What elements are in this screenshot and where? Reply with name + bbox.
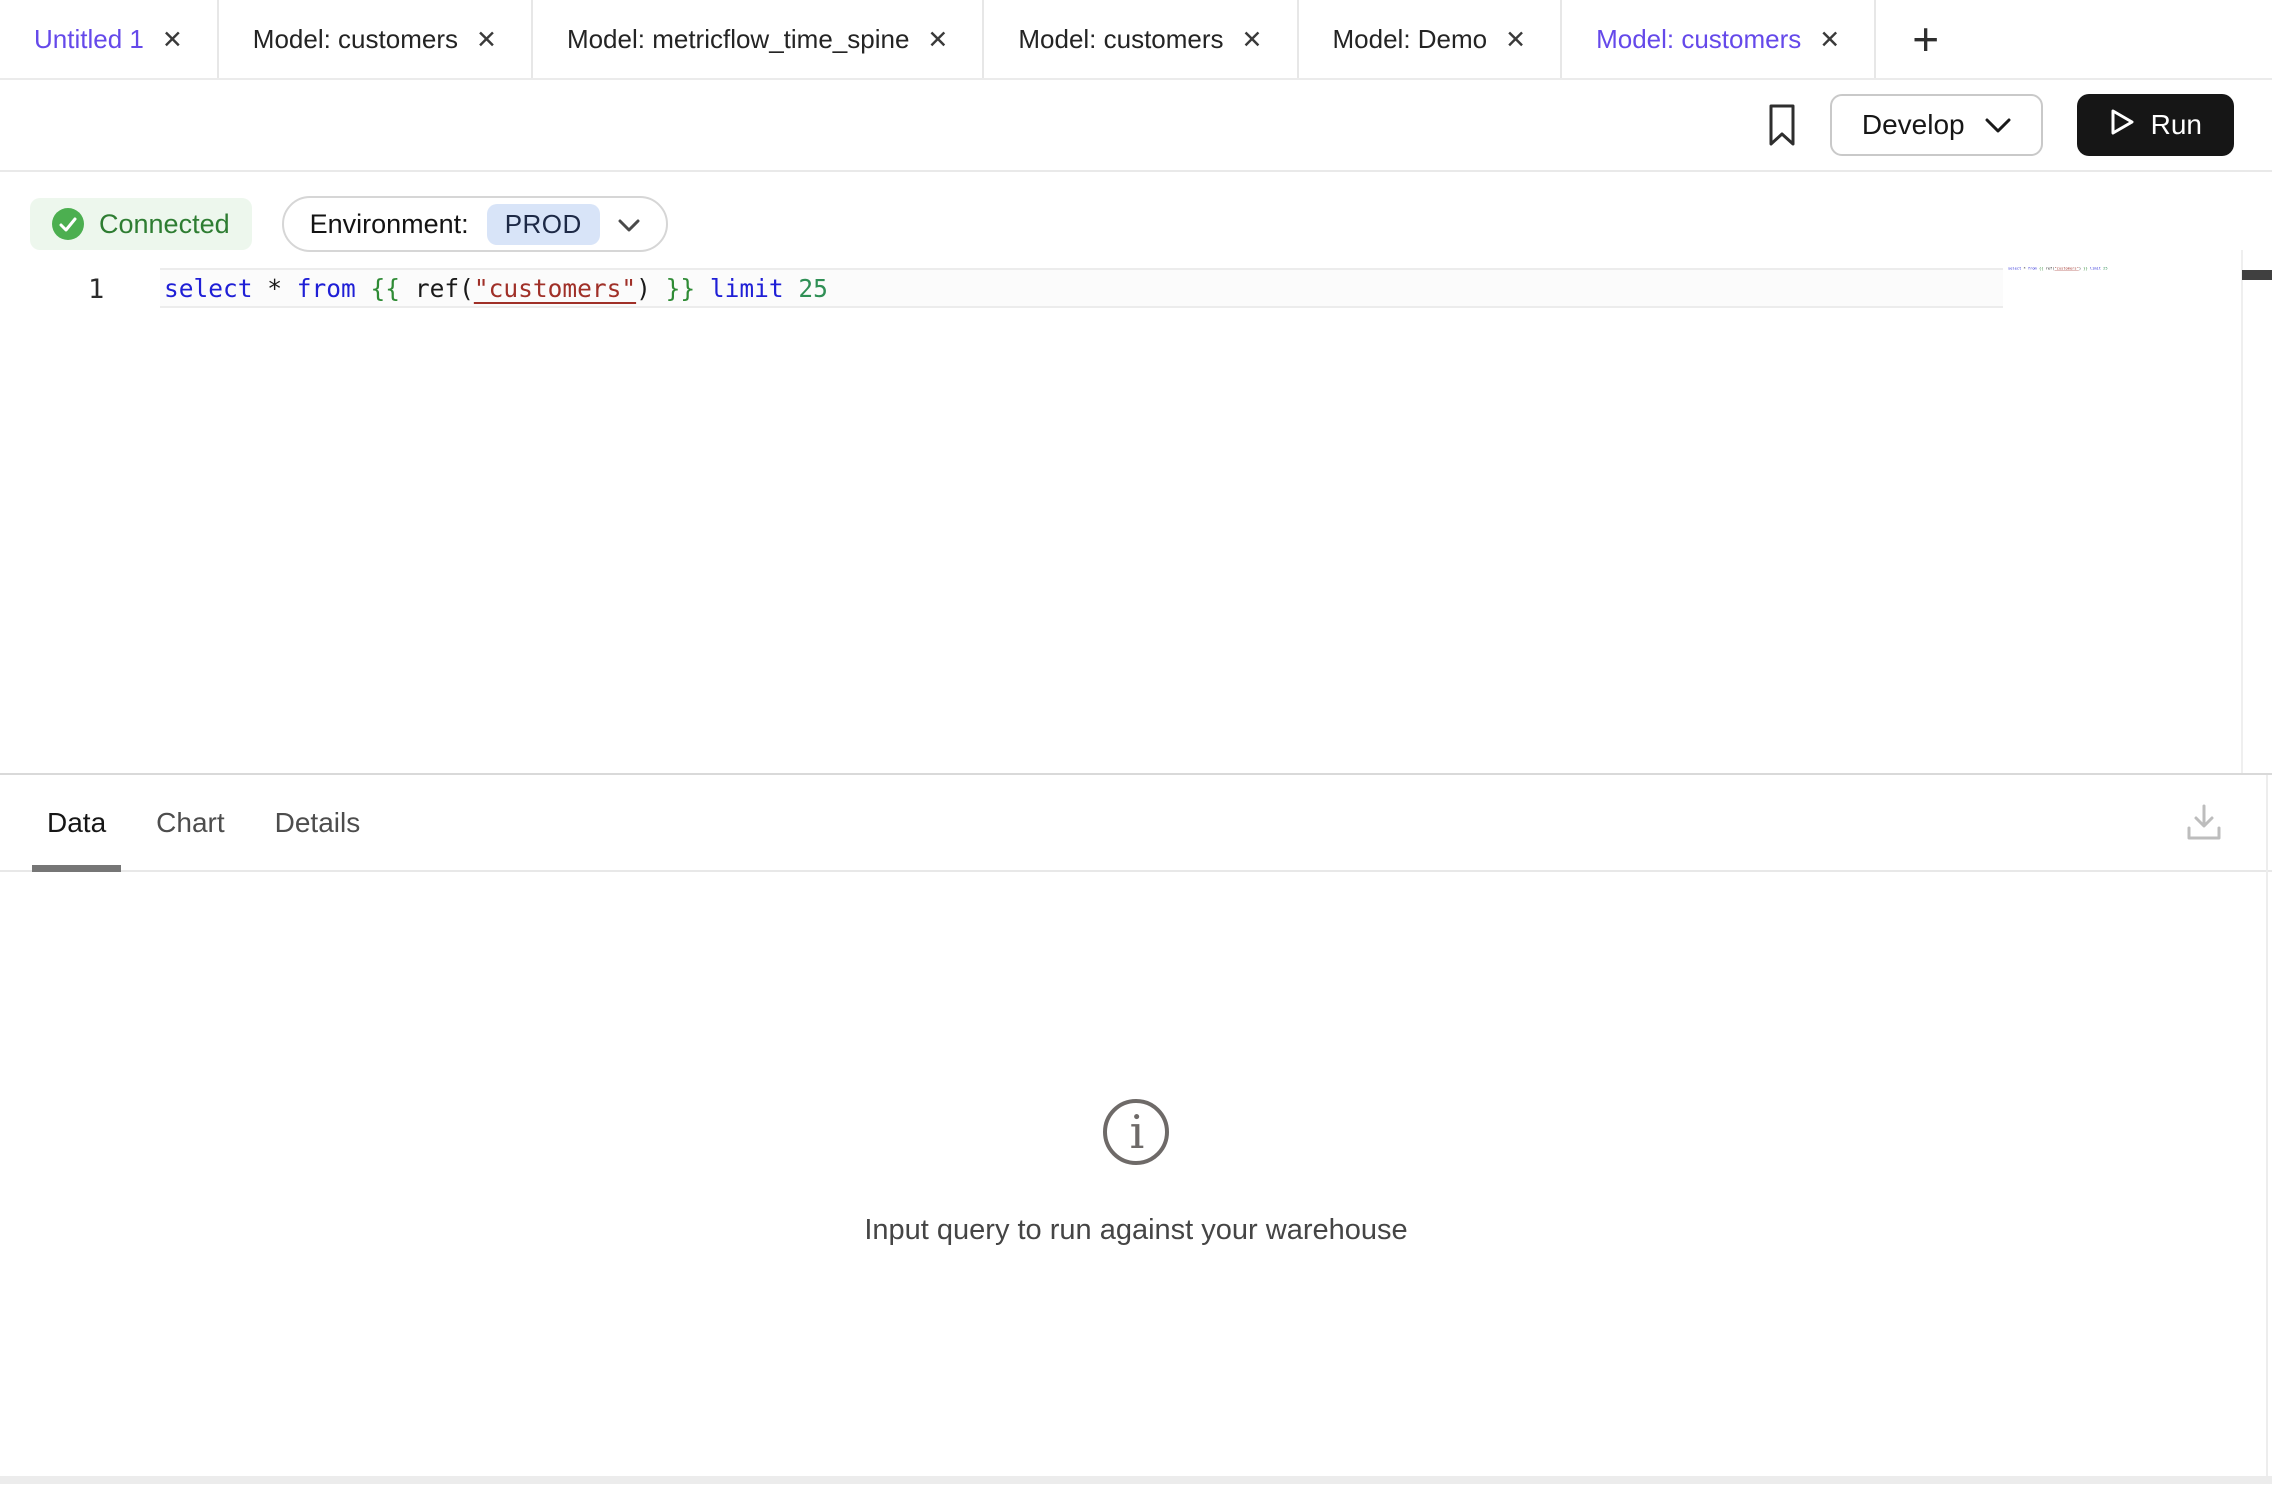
download-icon[interactable] (2182, 802, 2226, 844)
results-scrollbar-track (2266, 775, 2268, 1478)
tab-label: Model: customers (1018, 24, 1223, 55)
tab-label: Model: metricflow_time_spine (567, 24, 909, 55)
results-panel: Data Chart Details i (0, 773, 2272, 1484)
empty-state-message: Input query to run against your warehous… (864, 1214, 1407, 1247)
develop-button[interactable]: Develop (1830, 94, 2043, 156)
bookmark-icon[interactable] (1768, 103, 1796, 147)
tab-model-customers-2[interactable]: Model: customers ✕ (984, 0, 1298, 78)
chevron-down-icon (1985, 109, 2011, 141)
editor-minimap: select * from {{ ref("customers") }} lim… (2008, 266, 2108, 270)
connection-status-badge: Connected (30, 198, 252, 250)
editor-tab-bar: Untitled 1 ✕ Model: customers ✕ Model: m… (0, 0, 2272, 80)
tab-model-customers-1[interactable]: Model: customers ✕ (219, 0, 533, 78)
ide-window: Untitled 1 ✕ Model: customers ✕ Model: m… (0, 0, 2272, 1486)
tab-label: Model: Demo (1333, 24, 1488, 55)
run-button-label: Run (2151, 109, 2202, 141)
tab-label: Model: customers (253, 24, 458, 55)
toolbar: Develop Run (0, 80, 2272, 172)
results-empty-state: i Input query to run against your wareho… (0, 1097, 2272, 1247)
code-line[interactable]: select * from {{ ref("customers") }} lim… (160, 274, 828, 303)
tab-model-customers-3[interactable]: Model: customers ✕ (1562, 0, 1876, 78)
svg-text:i: i (1130, 1105, 1145, 1159)
tab-details-label: Details (275, 807, 361, 839)
close-icon[interactable]: ✕ (162, 26, 183, 53)
run-button[interactable]: Run (2077, 94, 2234, 156)
develop-button-label: Develop (1862, 109, 1965, 141)
line-number: 1 (88, 274, 104, 305)
chevron-down-icon (618, 209, 640, 240)
connection-status-label: Connected (99, 209, 230, 240)
new-tab-button[interactable]: + (1876, 0, 1975, 78)
close-icon[interactable]: ✕ (1242, 26, 1263, 53)
editor-scrollbar-track (2241, 250, 2243, 773)
sql-editor: Connected Environment: PROD 1 select * f… (0, 172, 2272, 773)
plus-icon: + (1912, 12, 1939, 66)
play-icon (2109, 107, 2135, 144)
info-icon: i (1101, 1097, 1171, 1172)
environment-value-chip: PROD (487, 204, 600, 245)
tab-data-label: Data (47, 807, 106, 839)
tab-model-metricflow-time-spine[interactable]: Model: metricflow_time_spine ✕ (533, 0, 984, 78)
horizontal-scrollbar-track[interactable] (0, 1476, 2272, 1484)
close-icon[interactable]: ✕ (1505, 26, 1526, 53)
tab-label: Model: customers (1596, 24, 1801, 55)
environment-label: Environment: (310, 209, 469, 240)
tab-data[interactable]: Data (32, 775, 121, 870)
results-tab-bar: Data Chart Details (0, 775, 2272, 872)
tab-model-demo[interactable]: Model: Demo ✕ (1299, 0, 1563, 78)
close-icon[interactable]: ✕ (927, 26, 948, 53)
tab-chart-label: Chart (156, 807, 224, 839)
tab-chart[interactable]: Chart (141, 775, 239, 870)
close-icon[interactable]: ✕ (476, 26, 497, 53)
editor-scrollbar-thumb[interactable] (2242, 270, 2272, 280)
check-circle-icon (52, 208, 84, 240)
environment-selector[interactable]: Environment: PROD (282, 196, 668, 252)
tab-label: Untitled 1 (34, 24, 144, 55)
tab-untitled-1[interactable]: Untitled 1 ✕ (0, 0, 219, 78)
close-icon[interactable]: ✕ (1819, 26, 1840, 53)
editor-status-row: Connected Environment: PROD (30, 196, 668, 252)
tab-details[interactable]: Details (260, 775, 376, 870)
editor-active-line[interactable]: select * from {{ ref("customers") }} lim… (160, 268, 2003, 308)
